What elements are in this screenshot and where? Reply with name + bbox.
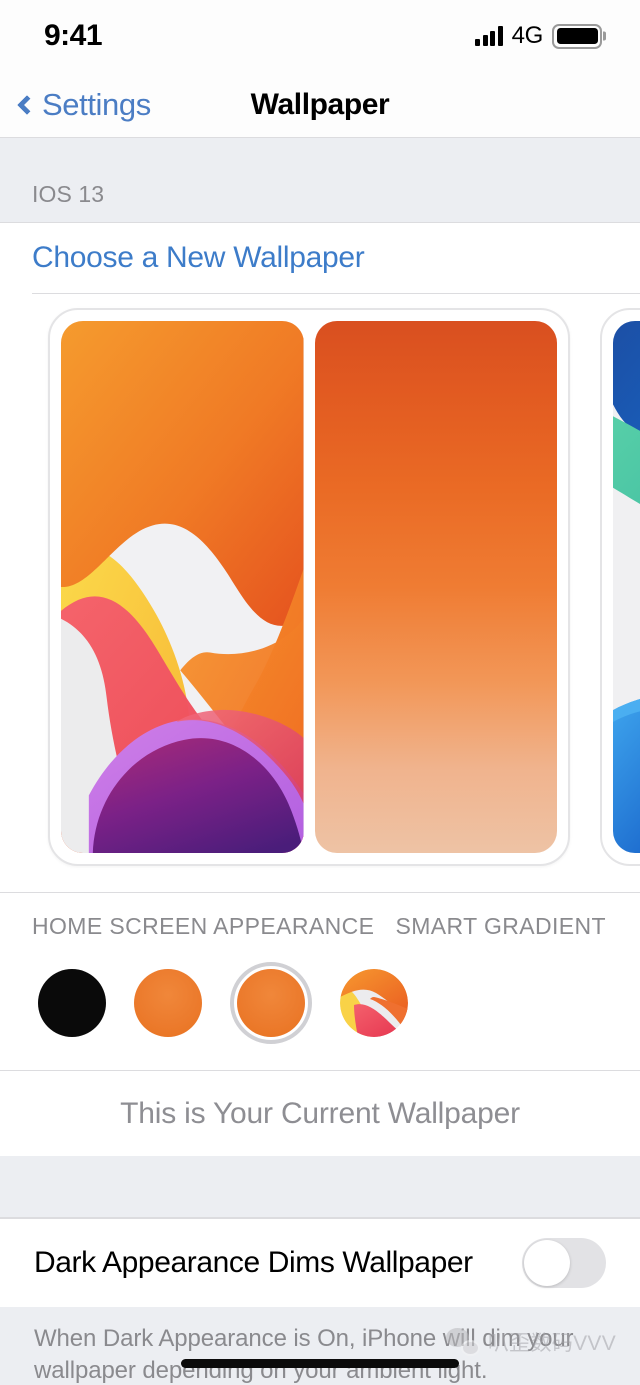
current-wallpaper-note: This is Your Current Wallpaper bbox=[0, 1070, 640, 1156]
home-indicator-area bbox=[0, 1341, 640, 1385]
signal-bars-icon bbox=[475, 26, 503, 46]
dark-appearance-card: Dark Appearance Dims Wallpaper bbox=[0, 1218, 640, 1307]
home-screen-appearance-label: HOME SCREEN APPEARANCE bbox=[32, 913, 374, 940]
home-screen-preview[interactable] bbox=[315, 321, 558, 853]
network-type-label: 4G bbox=[512, 22, 543, 50]
swatch-dark[interactable] bbox=[38, 969, 106, 1037]
ios13-wallpaper-graphic bbox=[61, 321, 304, 853]
wallpaper-preview-area bbox=[0, 294, 640, 892]
wallpaper-card: Choose a New Wallpaper bbox=[0, 222, 640, 1156]
toggle-knob bbox=[524, 1240, 570, 1286]
swatch-orange-light-circle bbox=[134, 969, 202, 1037]
dark-appearance-row[interactable]: Dark Appearance Dims Wallpaper bbox=[0, 1219, 640, 1307]
smart-gradient-label: SMART GRADIENT bbox=[396, 913, 609, 940]
home-indicator[interactable] bbox=[181, 1359, 459, 1368]
back-button-label: Settings bbox=[42, 87, 151, 123]
choose-new-wallpaper-label: Choose a New Wallpaper bbox=[32, 241, 364, 275]
swatch-image-graphic bbox=[340, 969, 408, 1037]
section-header-ios13: IOS 13 bbox=[0, 138, 640, 222]
swatch-image[interactable] bbox=[340, 969, 408, 1037]
section-gap bbox=[0, 1156, 640, 1218]
swatch-orange-selected[interactable] bbox=[230, 962, 312, 1044]
status-bar: 9:41 4G bbox=[0, 0, 640, 72]
dark-appearance-label: Dark Appearance Dims Wallpaper bbox=[34, 1246, 473, 1280]
appearance-swatch-row bbox=[0, 940, 640, 1070]
battery-full-icon bbox=[552, 24, 602, 49]
current-wallpaper-preview-card bbox=[48, 308, 570, 866]
section-header-label: IOS 13 bbox=[32, 181, 104, 208]
swatch-orange-selected-circle bbox=[237, 969, 305, 1037]
back-button[interactable]: Settings bbox=[0, 87, 151, 123]
lock-screen-preview[interactable] bbox=[61, 321, 304, 853]
appearance-labels-row: HOME SCREEN APPEARANCE SMART GRADIENT bbox=[0, 892, 640, 940]
next-wallpaper-preview[interactable] bbox=[613, 321, 640, 853]
swatch-dark-circle bbox=[38, 969, 106, 1037]
blue-wallpaper-graphic bbox=[613, 321, 640, 853]
dark-appearance-toggle[interactable] bbox=[522, 1238, 606, 1288]
status-time: 9:41 bbox=[44, 19, 102, 53]
next-wallpaper-preview-card[interactable] bbox=[600, 308, 640, 866]
swatch-image-thumbnail bbox=[340, 969, 408, 1037]
navigation-bar: Settings Wallpaper bbox=[0, 72, 640, 138]
chevron-left-icon bbox=[17, 95, 37, 115]
status-indicators: 4G bbox=[475, 22, 602, 50]
iphone-screen: 9:41 4G Settings Wallpaper IOS 13 Choose… bbox=[0, 0, 640, 1385]
choose-new-wallpaper-row[interactable]: Choose a New Wallpaper bbox=[0, 223, 640, 293]
swatch-orange-light[interactable] bbox=[134, 969, 202, 1037]
